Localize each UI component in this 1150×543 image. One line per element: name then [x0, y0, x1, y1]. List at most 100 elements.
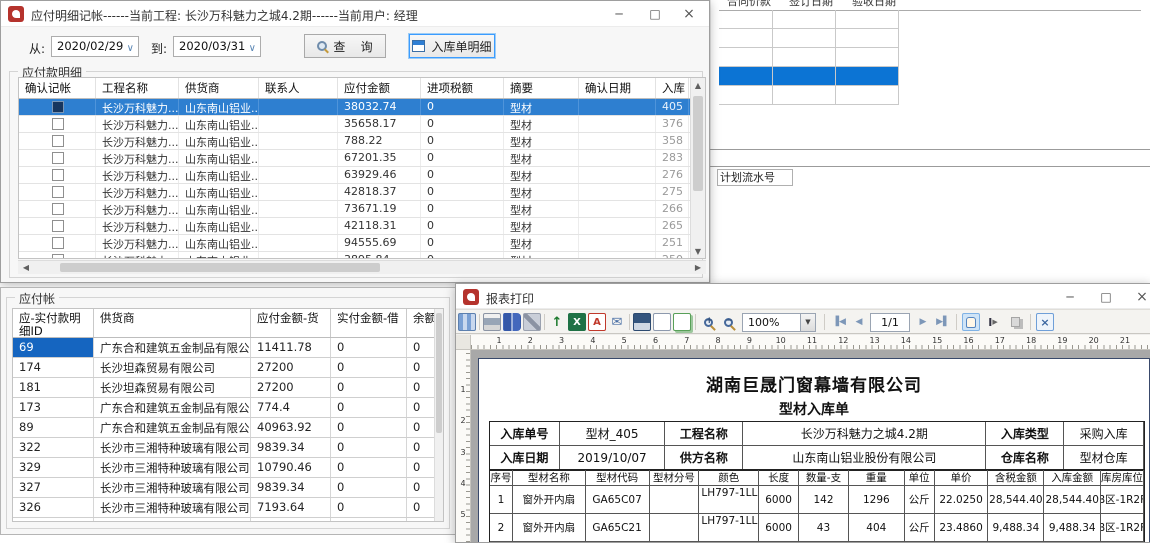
cell[interactable] [836, 10, 899, 28]
titlebar[interactable]: 应付明细记帐------当前工程: 长沙万科魅力之城4.2期------当前用户… [1, 1, 709, 27]
cell[interactable]: 型材 [504, 116, 579, 132]
column-header[interactable]: 确认日期 [579, 78, 656, 98]
cell[interactable]: 山东南山铝业... [179, 235, 259, 251]
cell[interactable]: 0 [331, 478, 407, 497]
cell[interactable]: 0 [331, 358, 407, 377]
cell[interactable]: 型材 [504, 184, 579, 200]
cell[interactable] [13, 518, 94, 522]
confirm-cell[interactable] [19, 218, 96, 234]
table-row[interactable] [719, 10, 899, 29]
row-checkbox[interactable] [52, 220, 64, 232]
cell[interactable]: 10790.46 [251, 458, 331, 477]
zoom-in-icon[interactable] [699, 313, 717, 331]
table-row[interactable]: 326长沙市三湘特种玻璃有限公司7193.6400 [13, 498, 443, 518]
cell[interactable]: 长沙坦森贸易有限公司 [94, 358, 251, 377]
cell[interactable]: 173 [13, 398, 94, 417]
row-checkbox[interactable] [52, 186, 64, 198]
scroll-down-icon[interactable]: ▼ [691, 247, 705, 256]
column-header[interactable]: 验收日期 [852, 0, 896, 9]
table-row[interactable]: 322长沙市三湘特种玻璃有限公司9839.3400 [13, 438, 443, 458]
inbound-detail-button[interactable]: 入库单明细 [409, 34, 495, 58]
cell[interactable]: 0 [421, 184, 504, 200]
table-row[interactable]: 长沙万科魅力...山东南山铝业...38032.740型材405 [19, 99, 705, 116]
cell[interactable] [579, 252, 656, 259]
cell[interactable]: 0 [331, 378, 407, 397]
cell[interactable]: 788.22 [338, 133, 421, 149]
confirm-cell[interactable] [19, 252, 96, 259]
cell[interactable] [773, 10, 836, 28]
cell[interactable]: 山东南山铝业... [179, 252, 259, 259]
save-icon[interactable] [633, 313, 651, 331]
cell[interactable]: 山东南山铝业... [179, 99, 259, 115]
row-checkbox[interactable] [52, 169, 64, 181]
table-row[interactable]: 89广东合和建筑五金制品有限公司40963.9200 [13, 418, 443, 438]
cell[interactable]: 358 [656, 133, 689, 149]
cell[interactable]: 长沙万科魅力... [96, 150, 179, 166]
table-row[interactable]: 长沙万科魅力...山东南山铝业...73671.190型材266 [19, 201, 705, 218]
cell[interactable]: 0 [331, 398, 407, 417]
cell[interactable]: 0 [421, 167, 504, 183]
export-pdf-icon[interactable]: A [588, 313, 606, 331]
cell[interactable]: 40963.92 [251, 418, 331, 437]
cell[interactable]: 89 [13, 418, 94, 437]
row-checkbox[interactable] [52, 203, 64, 215]
cell[interactable]: 7193.64 [251, 498, 331, 517]
cell[interactable] [259, 252, 338, 259]
row-checkbox[interactable] [52, 135, 64, 147]
export-icon[interactable]: ↑ [548, 313, 566, 331]
cell[interactable]: 长沙市三湘特种玻璃有限公司 [94, 498, 251, 517]
scroll-left-icon[interactable]: ◀ [18, 261, 34, 274]
cell[interactable] [836, 86, 899, 104]
cell[interactable]: 长沙市三湘特种玻璃有限公司 [94, 518, 251, 522]
cell[interactable]: 0 [421, 99, 504, 115]
cell[interactable] [259, 184, 338, 200]
cell[interactable]: 0 [331, 418, 407, 437]
confirm-cell[interactable] [19, 184, 96, 200]
cell[interactable]: 276 [656, 167, 689, 183]
table-row[interactable] [719, 48, 899, 67]
minimize-button[interactable]: ─ [1056, 287, 1084, 307]
cell[interactable]: 山东南山铝业... [179, 116, 259, 132]
table-row[interactable] [719, 67, 899, 86]
column-header[interactable]: 联系人 [259, 78, 338, 98]
last-page-button[interactable]: ▶▌ [934, 313, 952, 331]
cell[interactable]: 长沙万科魅力... [96, 133, 179, 149]
cell[interactable]: 长沙市三湘特种玻璃有限公司 [94, 438, 251, 457]
cell[interactable]: 长沙万科魅力... [96, 218, 179, 234]
table-row[interactable]: 181长沙坦森贸易有限公司2720000 [13, 378, 443, 398]
table-row[interactable]: 327长沙市三湘特种玻璃有限公司9839.3400 [13, 478, 443, 498]
cell[interactable]: 69 [13, 338, 94, 357]
table-row[interactable]: 长沙万科魅力...山东南山铝业...94555.690型材251 [19, 235, 705, 252]
confirm-cell[interactable] [19, 150, 96, 166]
column-header[interactable]: 供货商 [94, 309, 251, 337]
scrollbar-thumb[interactable] [60, 263, 380, 272]
cell[interactable] [259, 167, 338, 183]
table-row[interactable]: 长沙万科魅力...山东南山铝业...788.220型材358 [19, 133, 705, 150]
table-row[interactable]: 长沙万科魅力...山东南山铝业...42118.310型材265 [19, 218, 705, 235]
cell[interactable]: 0 [421, 235, 504, 251]
cell[interactable]: 型材 [504, 235, 579, 251]
cell[interactable] [579, 235, 656, 251]
cell[interactable]: 型材 [504, 167, 579, 183]
cell[interactable]: 山东南山铝业... [179, 167, 259, 183]
cell[interactable]: 42118.31 [338, 218, 421, 234]
cell[interactable]: 0 [331, 338, 407, 357]
cell[interactable] [773, 86, 836, 104]
cell[interactable]: 长沙万科魅力... [96, 99, 179, 115]
cell[interactable] [251, 518, 331, 522]
column-header[interactable]: 实付金额-借 [331, 309, 407, 337]
row-checkbox[interactable] [52, 254, 64, 259]
cell[interactable]: 型材 [504, 252, 579, 259]
cell[interactable]: 0 [421, 116, 504, 132]
cell[interactable]: 327 [13, 478, 94, 497]
column-header[interactable]: 签订日期 [789, 0, 833, 9]
confirm-cell[interactable] [19, 167, 96, 183]
cell[interactable]: 山东南山铝业... [179, 133, 259, 149]
print-icon[interactable] [483, 313, 501, 331]
cell[interactable]: 长沙万科魅力... [96, 201, 179, 217]
close-preview-icon[interactable]: × [1036, 313, 1054, 331]
scroll-right-icon[interactable]: ▶ [690, 261, 706, 274]
scrollbar-thumb[interactable] [693, 96, 703, 191]
copy-page-icon[interactable] [1006, 313, 1024, 331]
row-checkbox[interactable] [52, 152, 64, 164]
